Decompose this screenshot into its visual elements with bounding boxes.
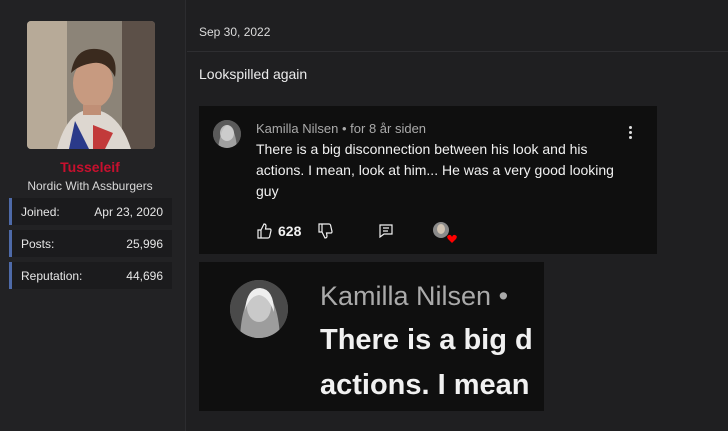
stat-value[interactable]: 25,996 bbox=[126, 237, 163, 251]
commenter-avatar-image bbox=[230, 280, 288, 338]
stat-posts: Posts: 25,996 bbox=[9, 230, 172, 257]
embedded-comment-zoom-image[interactable]: Kamilla Nilsen • There is a big d action… bbox=[199, 262, 544, 411]
stat-joined: Joined: Apr 23, 2020 bbox=[9, 198, 172, 225]
stat-label: Joined: bbox=[21, 204, 60, 219]
stat-value: 44,696 bbox=[126, 268, 163, 283]
comment-text-line-2: actions. I mean bbox=[320, 369, 530, 401]
embedded-comment-image[interactable]: Kamilla Nilsen • for 8 år siden There is… bbox=[199, 106, 657, 254]
comment-author: Kamilla Nilsen bbox=[320, 281, 492, 311]
user-title: Nordic With Assburgers bbox=[27, 179, 153, 193]
post-header: Sep 30, 2022 bbox=[187, 10, 728, 52]
stat-reputation: Reputation: 44,696 bbox=[9, 262, 172, 289]
stat-label: Reputation: bbox=[21, 268, 83, 283]
comment-meta-dot: • bbox=[498, 281, 509, 311]
like-count: 628 bbox=[278, 223, 302, 239]
stat-label: Posts: bbox=[21, 236, 55, 251]
comment-text-line-1: There is a big d bbox=[320, 324, 533, 356]
comment-author-zoom: Kamilla Nilsen • bbox=[320, 281, 508, 312]
commenter-avatar bbox=[213, 120, 241, 148]
commenter-avatar bbox=[230, 280, 288, 338]
creator-heart-badge bbox=[433, 222, 458, 243]
post-date[interactable]: Sep 30, 2022 bbox=[199, 25, 270, 39]
comment-meta: • for 8 år siden bbox=[342, 121, 427, 136]
reply-icon bbox=[379, 224, 393, 238]
thumbs-down-icon bbox=[318, 223, 333, 239]
comment-text: There is a big disconnection between his… bbox=[256, 141, 614, 199]
thumbs-up-icon bbox=[257, 223, 272, 239]
avatar-image bbox=[27, 21, 155, 149]
user-info-panel: Tusseleif Nordic With Assburgers Joined:… bbox=[0, 0, 186, 431]
avatar[interactable] bbox=[27, 21, 155, 149]
heart-icon bbox=[447, 234, 458, 243]
username[interactable]: Tusseleif bbox=[0, 159, 180, 175]
stat-value: Apr 23, 2020 bbox=[94, 204, 163, 219]
comment-author-line: Kamilla Nilsen • for 8 år siden bbox=[256, 121, 426, 136]
commenter-avatar-image bbox=[213, 120, 241, 148]
comment-author: Kamilla Nilsen bbox=[256, 121, 339, 136]
post-body-text: Lookspilled again bbox=[199, 66, 308, 82]
comment-actions: 628 bbox=[256, 220, 458, 243]
